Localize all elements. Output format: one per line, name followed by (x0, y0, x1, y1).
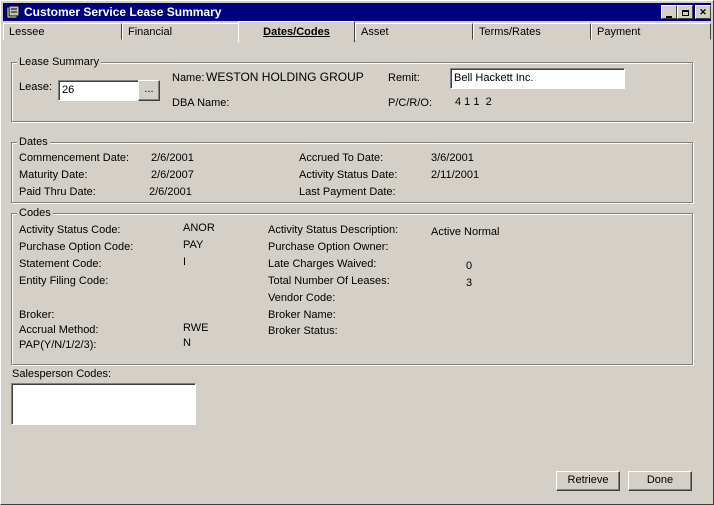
remit-input[interactable]: Bell Hackett Inc. (450, 68, 625, 89)
statement-code-value: I (183, 256, 187, 268)
maturity-value: 2/6/2007 (151, 169, 194, 181)
activity-status-desc-label: Activity Status Description: (268, 224, 399, 236)
pap-value: N (183, 337, 191, 349)
broker-label: Broker: (19, 309, 55, 321)
tab-financial[interactable]: Financial (122, 23, 240, 40)
done-button[interactable]: Done (628, 471, 692, 491)
paid-thru-value: 2/6/2001 (149, 186, 192, 198)
lease-label: Lease: (19, 81, 53, 93)
window-title: Customer Service Lease Summary (24, 5, 222, 19)
accrual-method-value: RWE (183, 322, 209, 334)
pcro-value: 4 1 1 2 (455, 96, 492, 108)
purchase-option-owner-label: Purchase Option Owner: (268, 241, 389, 253)
maximize-button[interactable] (677, 5, 693, 19)
name-value: WESTON HOLDING GROUP (206, 70, 364, 84)
minimize-icon (666, 16, 672, 18)
salesperson-codes-label: Salesperson Codes: (12, 368, 112, 380)
tab-asset[interactable]: Asset (355, 23, 473, 40)
codes-group: Codes Activity Status Code: ANOR Purchas… (11, 206, 693, 365)
lease-summary-group: Lease Summary Lease: 26 ... Name: WESTON… (11, 55, 693, 122)
tab-terms-rates[interactable]: Terms/Rates (473, 23, 591, 40)
activity-status-date-value: 2/11/2001 (431, 169, 480, 181)
entity-filing-label: Entity Filing Code: (19, 275, 109, 287)
retrieve-button[interactable]: Retrieve (556, 471, 620, 491)
activity-status-code-value: ANOR (183, 222, 215, 234)
maturity-label: Maturity Date: (19, 169, 88, 181)
tab-lessee[interactable]: Lessee (3, 23, 122, 40)
tab-strip: Lessee Financial Dates/Codes Asset Terms… (3, 21, 711, 42)
lease-summary-label: Lease Summary (17, 55, 102, 69)
paid-thru-label: Paid Thru Date: (19, 186, 96, 198)
remit-label: Remit: (388, 72, 420, 84)
last-payment-label: Last Payment Date: (299, 186, 396, 198)
maximize-icon (681, 10, 689, 16)
codes-label: Codes (17, 206, 53, 220)
total-leases-label: Total Number Of Leases: (268, 275, 390, 287)
commencement-label: Commencement Date: (19, 152, 130, 164)
activity-status-desc-value: Active Normal (431, 226, 500, 238)
name-label: Name: (172, 72, 205, 84)
activity-status-code-label: Activity Status Code: (19, 224, 121, 236)
total-leases-value: 3 (466, 277, 473, 289)
lease-browse-button[interactable]: ... (138, 80, 160, 101)
pap-label: PAP(Y/N/1/2/3): (19, 339, 97, 351)
statement-code-label: Statement Code: (19, 258, 102, 270)
commencement-value: 2/6/2001 (151, 152, 194, 164)
close-icon: ✕ (699, 7, 707, 17)
lease-input[interactable]: 26 (58, 80, 140, 101)
close-button[interactable]: ✕ (695, 5, 711, 19)
broker-name-label: Broker Name: (268, 309, 336, 321)
accrual-method-label: Accrual Method: (19, 324, 99, 336)
app-icon (6, 5, 20, 19)
salesperson-codes-field[interactable] (11, 383, 196, 425)
title-bar: Customer Service Lease Summary ✕ (3, 3, 711, 21)
accrued-value: 3/6/2001 (431, 152, 474, 164)
purchase-option-code-label: Purchase Option Code: (19, 241, 134, 253)
tab-dates-codes[interactable]: Dates/Codes (238, 21, 355, 42)
tab-payment[interactable]: Payment (591, 23, 711, 40)
dates-group: Dates Commencement Date: 2/6/2001 Maturi… (11, 135, 693, 203)
accrued-label: Accrued To Date: (299, 152, 384, 164)
activity-status-date-label: Activity Status Date: (299, 169, 398, 181)
dates-label: Dates (17, 135, 50, 149)
broker-status-label: Broker Status: (268, 325, 338, 337)
main-window: Customer Service Lease Summary ✕ Lessee … (0, 0, 714, 505)
vendor-code-label: Vendor Code: (268, 292, 336, 304)
pcro-label: P/C/R/O: (388, 97, 433, 109)
late-charges-value: 0 (466, 260, 473, 272)
late-charges-label: Late Charges Waived: (268, 258, 377, 270)
dba-label: DBA Name: (172, 97, 230, 109)
minimize-button[interactable] (661, 5, 677, 19)
purchase-option-code-value: PAY (183, 239, 204, 251)
